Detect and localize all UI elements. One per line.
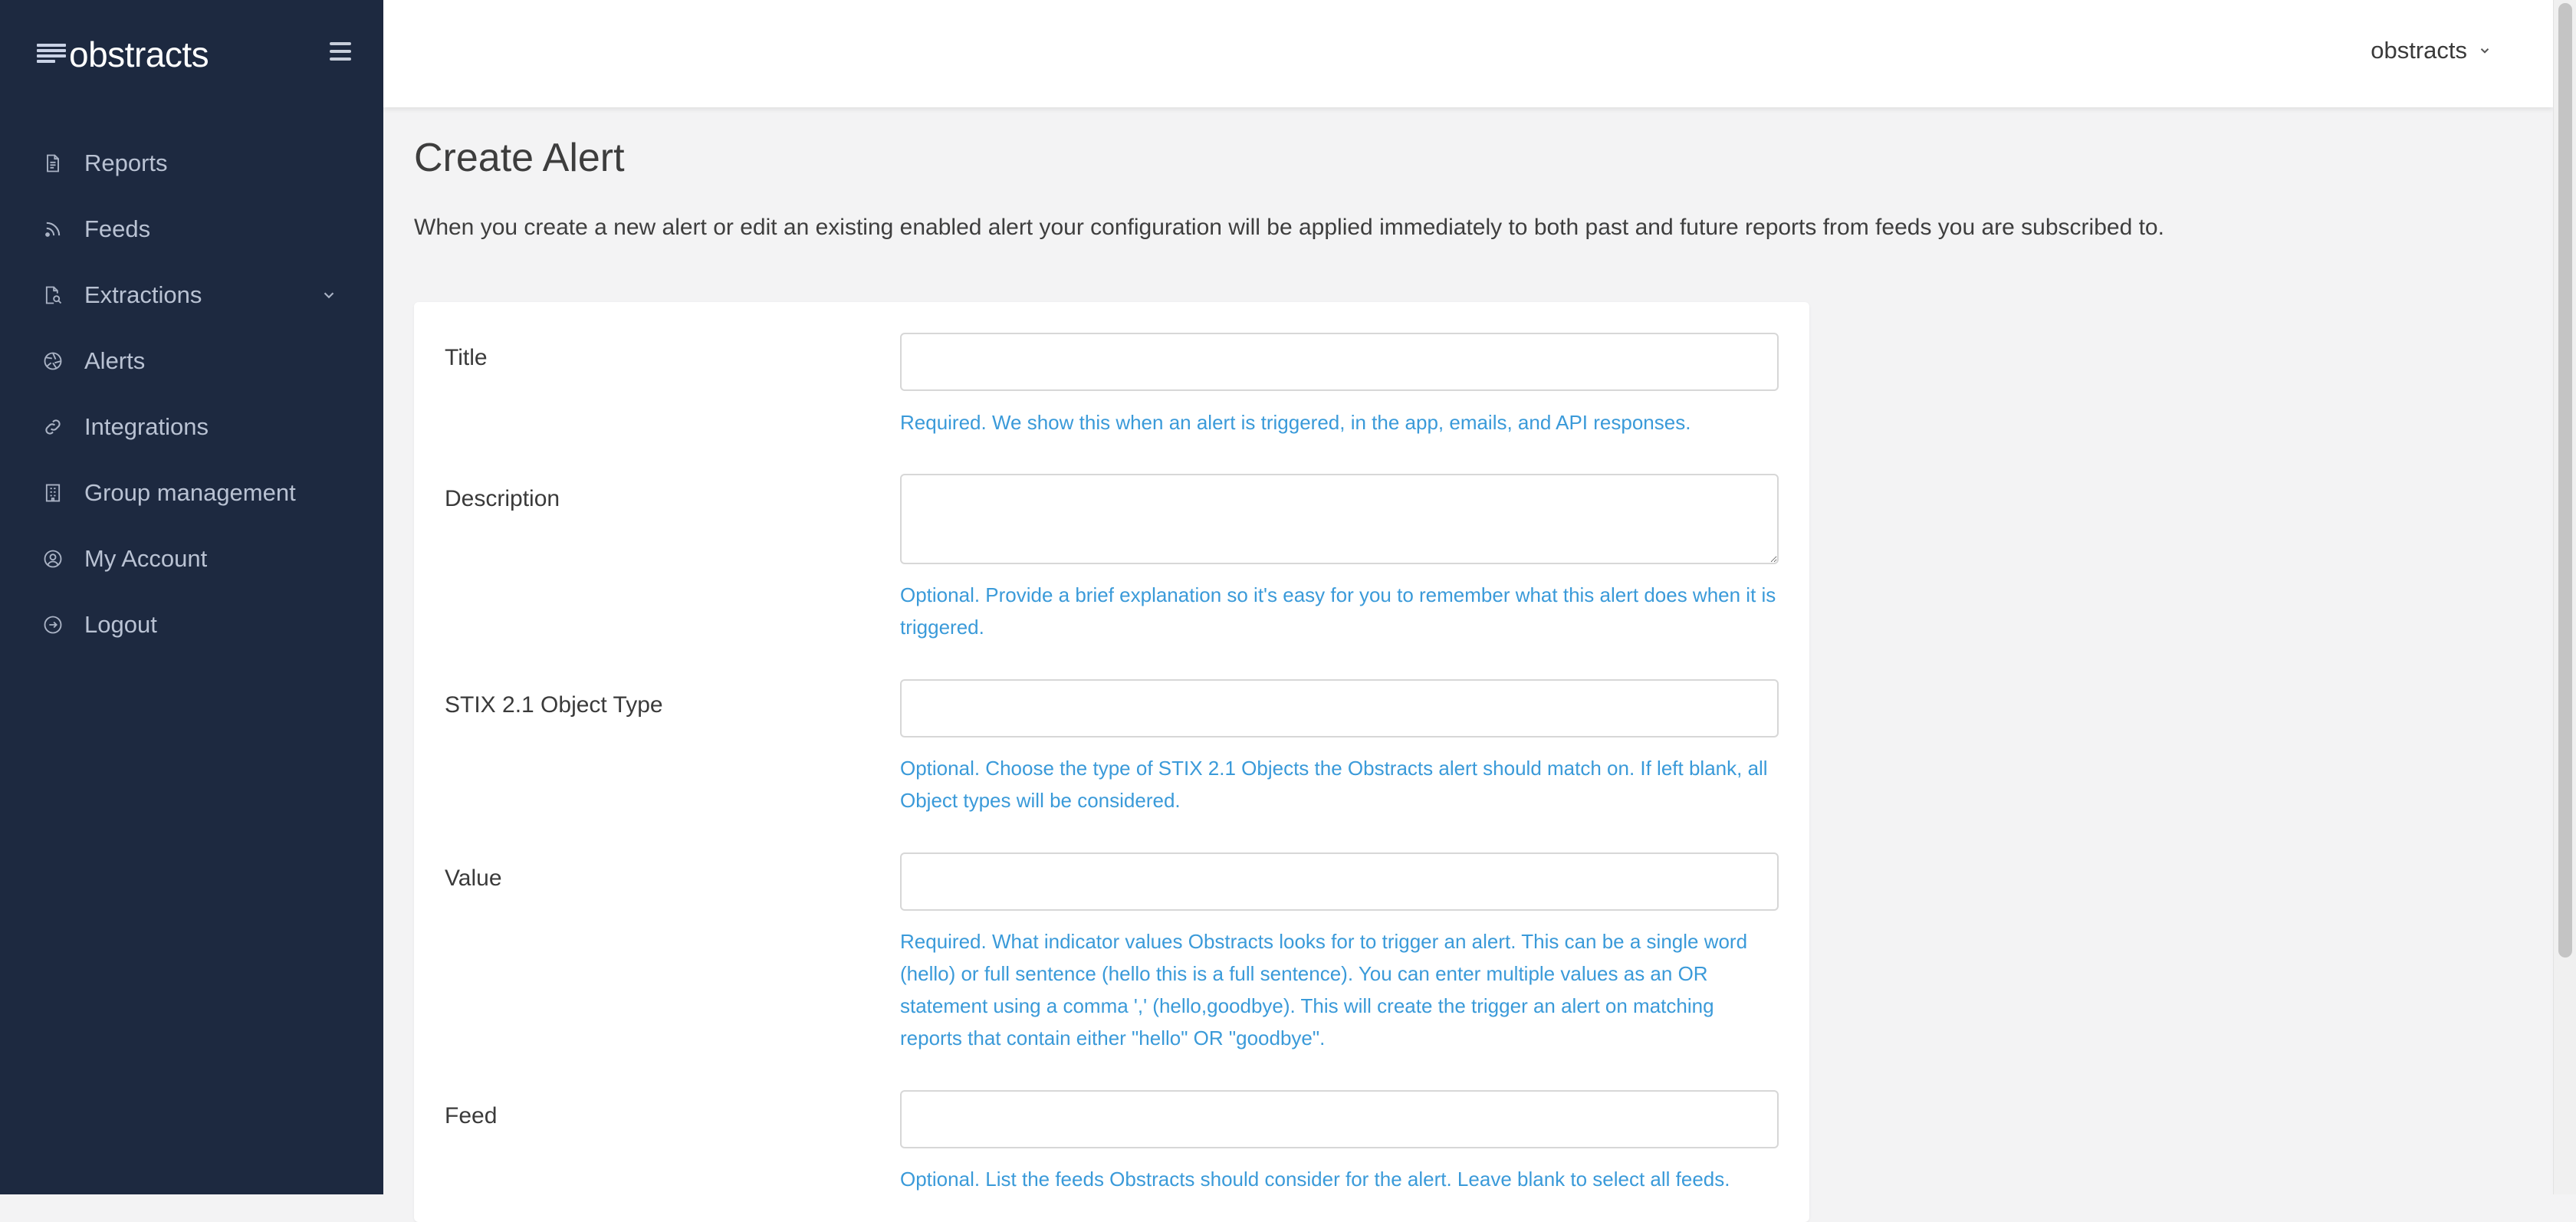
brand-name: obstracts xyxy=(69,34,209,74)
sidebar-nav: Reports Feeds Extractions Alerts Integra… xyxy=(0,130,383,658)
title-input[interactable] xyxy=(900,333,1779,391)
chevron-down-icon[interactable] xyxy=(320,287,337,304)
link-icon xyxy=(42,416,64,438)
sidebar-item-reports[interactable]: Reports xyxy=(0,130,383,196)
value-help: Required. What indicator values Obstract… xyxy=(900,930,1748,1050)
sidebar-item-label: Alerts xyxy=(84,347,146,374)
sidebar-item-extractions[interactable]: Extractions xyxy=(0,262,383,328)
sidebar-item-my-account[interactable]: My Account xyxy=(0,526,383,592)
sidebar-item-label: Logout xyxy=(84,611,157,638)
feed-input[interactable] xyxy=(900,1090,1779,1148)
sidebar-item-feeds[interactable]: Feeds xyxy=(0,196,383,262)
user-circle-icon xyxy=(42,548,64,570)
page-scrollbar[interactable] xyxy=(2553,0,2576,1194)
create-alert-form: Title Required. We show this when an ale… xyxy=(414,302,1809,1222)
rss-icon xyxy=(42,218,64,240)
document-icon xyxy=(42,153,64,174)
sidebar-item-group-management[interactable]: Group management xyxy=(0,460,383,526)
sidebar-item-label: Reports xyxy=(84,149,168,176)
description-label: Description xyxy=(445,486,560,511)
user-menu-button[interactable]: obstracts xyxy=(2371,37,2492,64)
value-input[interactable] xyxy=(900,852,1779,911)
stix-type-input[interactable] xyxy=(900,679,1779,737)
feed-label: Feed xyxy=(445,1103,498,1128)
search-document-icon xyxy=(42,284,64,306)
sidebar-item-label: Integrations xyxy=(84,413,209,440)
page-title: Create Alert xyxy=(414,136,625,180)
sidebar-item-integrations[interactable]: Integrations xyxy=(0,394,383,460)
sidebar-item-label: Group management xyxy=(84,479,296,506)
chevron-down-icon xyxy=(2480,48,2489,54)
sidebar-item-logout[interactable]: Logout xyxy=(0,592,383,658)
logout-icon xyxy=(42,614,64,636)
building-icon xyxy=(42,482,64,504)
aperture-icon xyxy=(42,350,64,372)
title-help: Required. We show this when an alert is … xyxy=(900,411,1691,434)
description-help: Optional. Provide a brief explanation so… xyxy=(900,583,1776,639)
brand[interactable]: obstracts xyxy=(37,34,209,75)
stix-type-label: STIX 2.1 Object Type xyxy=(445,692,663,718)
brand-logo-icon xyxy=(37,42,66,67)
feed-help: Optional. List the feeds Obstracts shoul… xyxy=(900,1168,1730,1191)
sidebar-item-label: Feeds xyxy=(84,215,151,242)
sidebar-item-label: Extractions xyxy=(84,281,202,308)
menu-toggle-icon[interactable] xyxy=(328,40,354,63)
page-intro: When you create a new alert or edit an e… xyxy=(414,215,2164,240)
sidebar-item-label: My Account xyxy=(84,545,208,572)
sidebar-item-alerts[interactable]: Alerts xyxy=(0,328,383,394)
scrollbar-thumb[interactable] xyxy=(2558,3,2572,958)
stix-type-help: Optional. Choose the type of STIX 2.1 Ob… xyxy=(900,757,1768,812)
description-input[interactable] xyxy=(900,474,1779,564)
sidebar: obstracts Reports Feeds Extractions Aler… xyxy=(0,0,383,1194)
user-menu-label: obstracts xyxy=(2371,37,2467,64)
title-label: Title xyxy=(445,345,488,370)
value-label: Value xyxy=(445,866,502,891)
top-bar: obstracts xyxy=(383,0,2553,107)
